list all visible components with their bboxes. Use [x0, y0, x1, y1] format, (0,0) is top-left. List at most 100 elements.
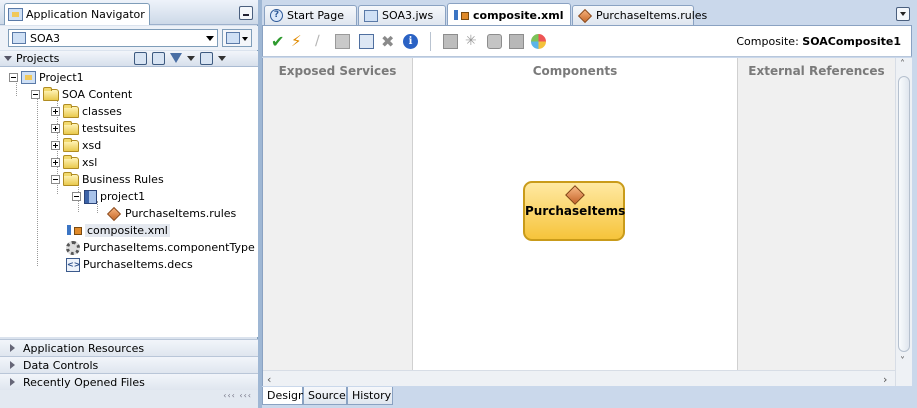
business-rule-icon [106, 206, 122, 221]
scroll-left-icon[interactable]: ‹ [267, 373, 271, 386]
collapse-icon [4, 56, 12, 61]
tree-item-component-type[interactable]: PurchaseItems.componentType [66, 239, 255, 256]
accordion-recently-opened-files[interactable]: Recently Opened Files [0, 373, 258, 390]
composite-canvas[interactable]: Exposed Services Components External Ref… [262, 58, 912, 386]
accordion-label: Data Controls [23, 358, 99, 372]
accordion-data-controls[interactable]: Data Controls [0, 356, 258, 373]
scroll-down-icon[interactable]: ˅ [900, 357, 908, 367]
accordion-application-resources[interactable]: Application Resources [0, 339, 258, 356]
application-menu-button[interactable] [222, 29, 252, 47]
application-name: SOA3 [30, 31, 60, 45]
lane-external-references[interactable]: External References [737, 58, 895, 386]
tree-item-project1[interactable]: Project1 [9, 69, 84, 86]
tree-item-composite[interactable]: composite.xml [66, 222, 170, 239]
tab-purchaseitems-rules[interactable]: PurchaseItems.rules [572, 5, 707, 25]
navigator-tab[interactable]: Application Navigator [4, 3, 150, 25]
expand-icon[interactable] [51, 158, 60, 167]
expand-icon[interactable] [51, 107, 60, 116]
scroll-up-icon[interactable]: ˄ [900, 60, 908, 70]
projects-label: Projects [16, 52, 60, 65]
lane-title: Components [532, 64, 618, 78]
application-select[interactable]: SOA3 [8, 29, 218, 47]
toolbar-separator [430, 32, 431, 51]
project-icon [21, 71, 36, 84]
color-icon[interactable] [531, 34, 546, 49]
expand-icon [10, 378, 15, 386]
expand-icon[interactable] [51, 124, 60, 133]
tab-source[interactable]: Source [303, 387, 347, 405]
accordion-label: Recently Opened Files [23, 375, 145, 389]
filter-dropdown-icon[interactable] [187, 56, 195, 61]
tree-item-label: classes [82, 105, 122, 118]
folder-icon [63, 103, 79, 118]
collapse-icon[interactable] [51, 175, 60, 184]
tree-item-classes[interactable]: classes [51, 103, 122, 120]
tree-item-label: PurchaseItems.rules [125, 207, 237, 220]
validate-check-icon[interactable]: ✔ [271, 34, 286, 50]
tree-item-rules-project[interactable]: project1 [72, 188, 145, 205]
expand-icon [10, 344, 15, 352]
tab-start-page[interactable]: ? Start Page [264, 5, 357, 25]
minimize-button[interactable] [239, 6, 253, 20]
editor-area: ? Start Page SOA3.jws composite.xml Purc… [262, 0, 917, 408]
copy-icon[interactable] [335, 34, 350, 49]
find-icon[interactable] [134, 52, 147, 65]
tree-item-rules-file[interactable]: PurchaseItems.rules [106, 205, 236, 222]
filter-icon[interactable] [170, 52, 182, 65]
tree-item-label: Project1 [39, 71, 84, 84]
tree-item-soa-content[interactable]: SOA Content [31, 86, 132, 103]
lane-exposed-services[interactable]: Exposed Services [263, 58, 413, 386]
tab-soa3-jws[interactable]: SOA3.jws [358, 5, 446, 25]
projects-panel-header[interactable]: Projects [0, 51, 258, 67]
application-navigator: Application Navigator SOA3 Projects Proj… [0, 0, 258, 408]
expand-icon [10, 361, 15, 369]
tree-item-label: PurchaseItems.componentType [83, 241, 255, 254]
tree-item-xsl[interactable]: xsl [51, 154, 97, 171]
working-sets-dropdown-icon[interactable] [218, 56, 226, 61]
scroll-right-icon[interactable]: › [883, 373, 887, 386]
horizontal-scrollbar[interactable]: ‹ › [263, 370, 895, 386]
tab-label: Start Page [287, 9, 344, 22]
rules-dictionary-icon [84, 189, 97, 204]
component-purchaseitems[interactable]: PurchaseItems [523, 181, 625, 241]
lane-title: Exposed Services [278, 64, 397, 78]
accordion-label: Application Resources [23, 341, 145, 355]
chevron-down-icon [206, 36, 214, 41]
test-lightning-icon[interactable]: ⚡ [291, 34, 306, 49]
tab-label: SOA3.jws [382, 9, 434, 22]
tree-item-label: testsuites [82, 122, 136, 135]
tree-item-testsuites[interactable]: testsuites [51, 120, 136, 137]
lane-title: External References [748, 64, 885, 78]
expand-icon[interactable] [51, 141, 60, 150]
scrollbar-thumb[interactable] [898, 76, 910, 352]
tree-item-business-rules[interactable]: Business Rules [51, 171, 164, 188]
project-tree: Project1 SOA Content classes testsuites … [0, 67, 258, 337]
collapse-icon[interactable] [72, 192, 81, 201]
working-sets-icon[interactable] [200, 52, 213, 65]
export-icon[interactable] [509, 34, 524, 49]
tab-composite-xml[interactable]: composite.xml [447, 3, 571, 26]
collapse-icon[interactable] [31, 90, 40, 99]
refresh-icon[interactable] [152, 52, 165, 65]
tree-item-xsd[interactable]: xsd [51, 137, 101, 154]
editor-view-tabs: Design Source History [262, 387, 912, 408]
workspace-icon [364, 9, 378, 22]
panel-resize-handle[interactable]: ‹‹‹ ‹‹‹ [223, 391, 252, 400]
navigator-header: Application Navigator [0, 0, 258, 25]
info-icon[interactable]: i [403, 34, 418, 49]
delete-icon[interactable]: ✖ [381, 34, 396, 50]
tab-label: composite.xml [473, 8, 564, 22]
tab-list-button[interactable] [896, 7, 910, 21]
collapse-icon[interactable] [9, 73, 18, 82]
deploy-icon[interactable] [443, 34, 458, 49]
tree-item-decs[interactable]: <> PurchaseItems.decs [66, 256, 193, 273]
tab-history[interactable]: History [347, 387, 393, 405]
tab-design[interactable]: Design [262, 387, 305, 405]
import-icon[interactable] [487, 34, 502, 49]
wire-icon[interactable]: ∕ [315, 34, 330, 49]
paste-icon[interactable] [359, 34, 374, 49]
composite-icon [66, 224, 82, 237]
vertical-scrollbar[interactable]: ˄ ˅ [895, 58, 912, 386]
layout-icon[interactable]: ✳ [465, 34, 480, 49]
composite-toolbar: ✔ ⚡ ∕ ✖ i ✳ Composite: SOAComposite1 [262, 25, 912, 57]
